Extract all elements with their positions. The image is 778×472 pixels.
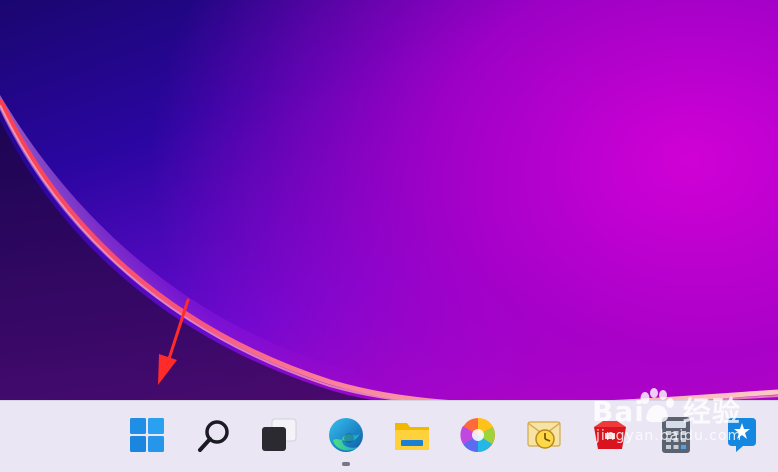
file-explorer-folder-icon[interactable] [392, 415, 432, 455]
mail-clock-icon[interactable] [524, 415, 564, 455]
running-indicator [342, 462, 350, 466]
desktop: Bai 经验 jingyan.baidu.com [0, 0, 778, 472]
blue-star-app-icon[interactable] [722, 415, 762, 455]
edge-browser-icon[interactable] [326, 415, 366, 455]
task-view-icon[interactable] [259, 415, 299, 455]
search-magnifier-icon[interactable] [194, 415, 234, 455]
calculator-icon[interactable] [656, 415, 696, 455]
taskbar [0, 400, 778, 472]
red-app-icon[interactable] [590, 415, 630, 455]
start-windows-icon[interactable] [127, 415, 167, 455]
photos-pinwheel-icon[interactable] [458, 415, 498, 455]
